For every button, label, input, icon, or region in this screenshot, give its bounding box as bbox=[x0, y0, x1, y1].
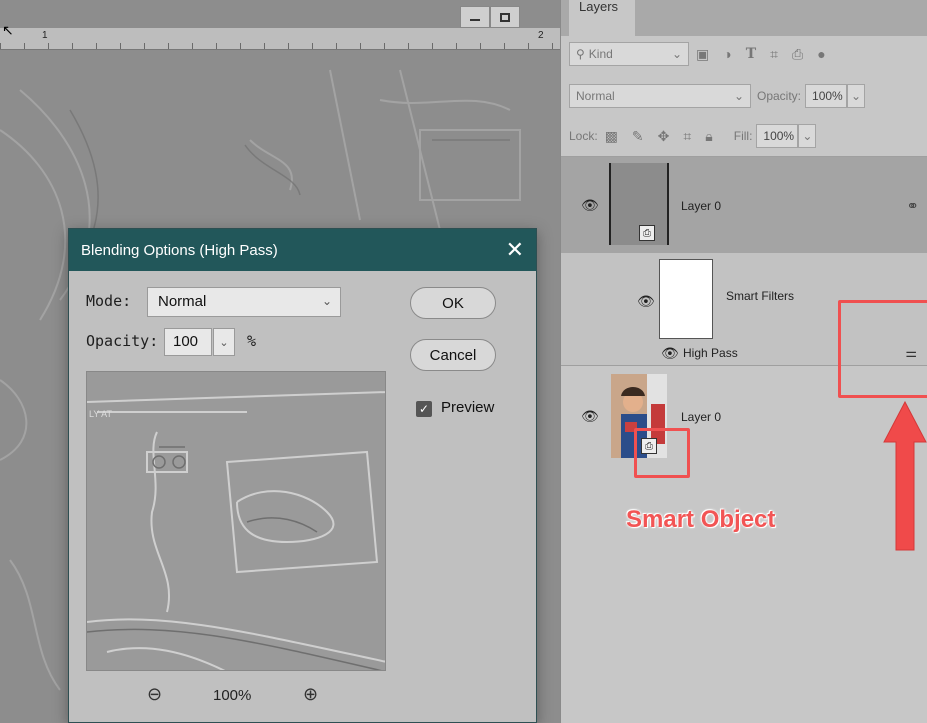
minimize-button[interactable] bbox=[460, 6, 490, 28]
maximize-icon bbox=[500, 12, 510, 22]
fill-input[interactable]: 100% bbox=[756, 124, 799, 148]
layer-name[interactable]: Layer 0 bbox=[681, 199, 721, 213]
adjustment-filter-icon[interactable]: ◑ bbox=[723, 46, 731, 62]
chevron-down-icon: ⌄ bbox=[802, 129, 813, 143]
ruler-mark: 2 bbox=[538, 30, 544, 41]
smart-object-icon: ⎙ bbox=[639, 225, 655, 241]
preview-picture: LY AT bbox=[87, 372, 385, 670]
lock-all-icon[interactable]: 🔒︎ bbox=[705, 128, 712, 145]
chevron-down-icon: ⌄ bbox=[671, 47, 682, 61]
filter-mask-thumbnail bbox=[659, 259, 713, 339]
cursor-icon: ↖ bbox=[2, 22, 14, 38]
zoom-in-icon[interactable]: ⊕ bbox=[303, 684, 318, 705]
fill-value: 100% bbox=[763, 129, 795, 143]
smart-filters-label: Smart Filters bbox=[726, 289, 795, 303]
visibility-eye-icon[interactable]: 👁︎ bbox=[661, 345, 679, 362]
layer-row[interactable]: 👁︎ ⎙ Layer 0 ⚭ bbox=[561, 157, 927, 253]
filter-effects-icon[interactable]: ⚭ bbox=[906, 197, 919, 215]
fill-dropdown[interactable]: ⌄ bbox=[798, 124, 817, 148]
visibility-eye-icon[interactable]: 👁︎ bbox=[581, 197, 599, 214]
blend-row: Normal ⌄ Opacity: 100% ⌄ bbox=[569, 84, 919, 108]
mode-select[interactable]: Normal ⌄ bbox=[147, 287, 341, 317]
ok-label: OK bbox=[442, 294, 464, 312]
filter-kind-select[interactable]: ⚲ Kind ⌄ bbox=[569, 42, 689, 66]
opacity-input[interactable]: 100% bbox=[805, 84, 848, 108]
opacity-label: Opacity: bbox=[757, 89, 802, 103]
preview-label[interactable]: Preview bbox=[441, 399, 494, 416]
dialog-title: Blending Options (High Pass) bbox=[81, 241, 278, 259]
blend-mode-value: Normal bbox=[576, 89, 615, 103]
opacity-dropdown-button[interactable]: ⌄ bbox=[213, 328, 235, 356]
image-filter-icon[interactable]: ▣ bbox=[696, 46, 709, 63]
lock-position-icon[interactable]: ✥ bbox=[658, 128, 670, 145]
chevron-down-icon: ⌄ bbox=[733, 89, 744, 103]
minimize-icon bbox=[470, 19, 480, 21]
blend-mode-select[interactable]: Normal ⌄ bbox=[569, 84, 751, 108]
fill-label: Fill: bbox=[733, 129, 753, 143]
maximize-button[interactable] bbox=[490, 6, 520, 28]
preview-image[interactable]: LY AT bbox=[86, 371, 386, 671]
smart-object-filter-icon[interactable]: ⎙ bbox=[792, 46, 803, 63]
chevron-down-icon: ⌄ bbox=[851, 89, 862, 103]
tab-layers[interactable]: Layers bbox=[569, 0, 635, 36]
mode-label: Mode: bbox=[86, 292, 132, 310]
ok-button[interactable]: OK bbox=[410, 287, 496, 319]
smart-object-highlight bbox=[634, 428, 690, 478]
lock-image-icon[interactable]: ✎ bbox=[632, 128, 644, 145]
filter-name[interactable]: High Pass bbox=[683, 346, 738, 360]
opacity-dropdown[interactable]: ⌄ bbox=[847, 84, 866, 108]
visibility-eye-icon[interactable]: 👁︎ bbox=[581, 408, 599, 425]
opacity-label: Opacity: bbox=[86, 332, 159, 350]
chevron-down-icon: ⌄ bbox=[219, 336, 229, 349]
filter-kind-label: Kind bbox=[588, 47, 613, 61]
blending-options-highlight bbox=[838, 300, 927, 398]
panel-tabbar: Layers bbox=[561, 0, 927, 36]
shape-filter-icon[interactable]: ⌗ bbox=[770, 46, 778, 63]
opacity-value: 100% bbox=[812, 89, 843, 103]
annotation-label: Smart Object bbox=[626, 506, 776, 533]
arrow-up-icon bbox=[883, 400, 927, 551]
cancel-label: Cancel bbox=[429, 346, 477, 364]
opacity-value: 100 bbox=[173, 333, 199, 350]
chevron-down-icon: ⌄ bbox=[321, 294, 332, 308]
filter-row: ⚲ Kind ⌄ ▣ ◑ T ⌗ ⎙ ● bbox=[569, 42, 919, 66]
ruler: 1 2 bbox=[0, 28, 560, 50]
ruler-mark: 1 bbox=[42, 30, 48, 41]
zoom-out-icon[interactable]: ⊖ bbox=[147, 684, 162, 705]
zoom-level: 100% bbox=[213, 687, 252, 704]
lock-artboard-icon[interactable]: ⌗ bbox=[683, 128, 691, 145]
opacity-input[interactable]: 100 bbox=[164, 328, 212, 356]
blending-options-dialog: Blending Options (High Pass) ✕ Mode: Nor… bbox=[68, 228, 537, 723]
search-icon: ⚲ bbox=[576, 47, 585, 61]
window-controls bbox=[460, 6, 520, 28]
svg-text:LY AT: LY AT bbox=[89, 409, 113, 419]
mode-value: Normal bbox=[158, 293, 207, 310]
lock-row: Lock: ▩ ✎ ✥ ⌗ 🔒︎ Fill: 100% ⌄ bbox=[569, 124, 919, 148]
lock-transparent-icon[interactable]: ▩ bbox=[605, 128, 618, 145]
lock-label: Lock: bbox=[569, 129, 598, 143]
dialog-titlebar[interactable]: Blending Options (High Pass) ✕ bbox=[69, 229, 536, 271]
visibility-eye-icon[interactable]: 👁︎ bbox=[637, 293, 655, 310]
cancel-button[interactable]: Cancel bbox=[410, 339, 496, 371]
opacity-unit: % bbox=[247, 332, 257, 350]
type-filter-icon[interactable]: T bbox=[746, 46, 756, 62]
preview-checkbox[interactable]: ✓ bbox=[416, 401, 432, 417]
filter-toggle-icon[interactable]: ● bbox=[817, 46, 825, 62]
layer-name[interactable]: Layer 0 bbox=[681, 410, 721, 424]
close-icon[interactable]: ✕ bbox=[506, 239, 524, 261]
